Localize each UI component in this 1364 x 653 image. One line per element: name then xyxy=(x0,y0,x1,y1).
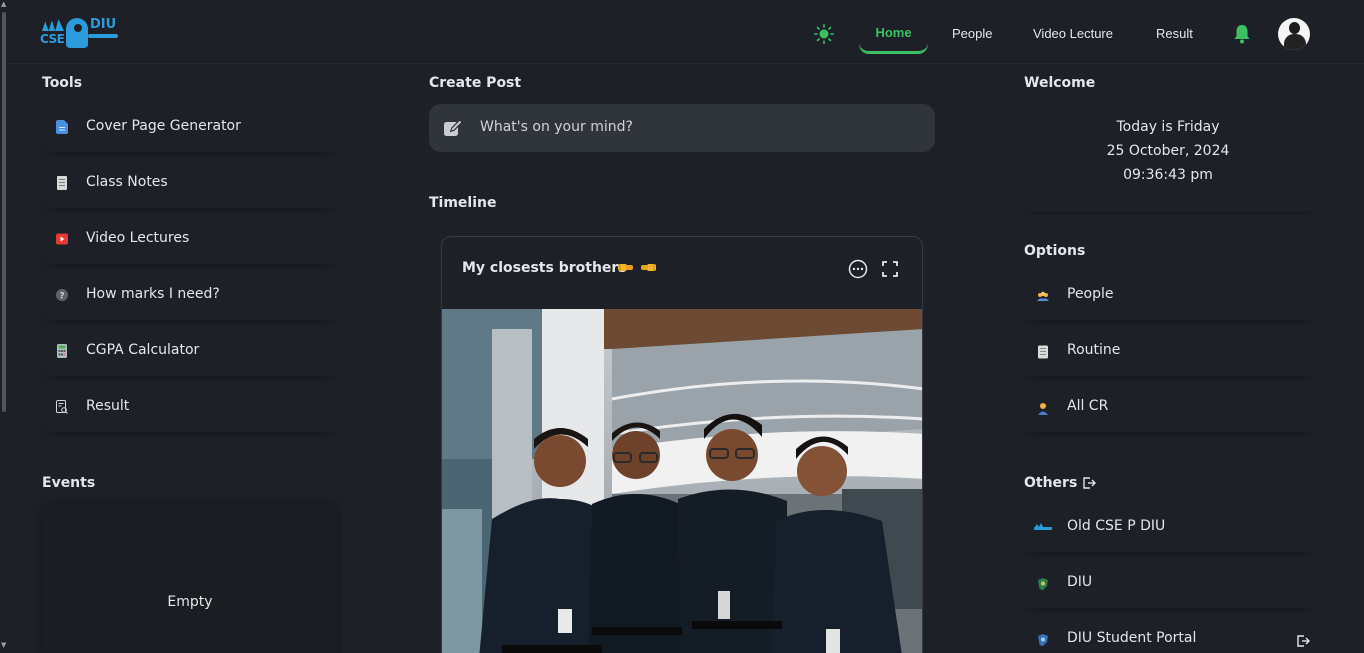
tool-how-marks[interactable]: ? How marks I need? xyxy=(42,272,336,320)
calculator-icon xyxy=(57,344,67,358)
option-people[interactable]: People xyxy=(1024,272,1314,320)
others-diu[interactable]: DIU xyxy=(1024,560,1314,608)
tool-label: Class Notes xyxy=(86,174,168,190)
portal-icon xyxy=(1038,634,1048,646)
welcome-date: 25 October, 2024 xyxy=(1106,143,1230,159)
create-post-input[interactable]: What's on your mind? xyxy=(429,104,935,152)
option-label: Old CSE P DIU xyxy=(1067,518,1166,534)
edit-pencil-icon xyxy=(444,118,463,136)
logo-bar xyxy=(88,34,118,38)
tool-result[interactable]: Result xyxy=(42,384,336,432)
more-options-icon[interactable] xyxy=(848,259,868,279)
fist-right-emoji-icon xyxy=(641,264,656,271)
nav-video-lecture-link[interactable]: Video Lecture xyxy=(1033,26,1113,41)
welcome-time: 09:36:43 pm xyxy=(1123,167,1213,183)
option-label: All CR xyxy=(1067,398,1109,414)
result-icon xyxy=(56,400,68,414)
cr-icon xyxy=(1038,403,1048,415)
tool-label: How marks I need? xyxy=(86,286,220,302)
tool-label: Cover Page Generator xyxy=(86,118,241,134)
diu-logo-icon xyxy=(1038,578,1048,590)
events-heading: Events xyxy=(42,475,96,491)
welcome-day: Today is Friday xyxy=(1116,119,1220,135)
question-icon: ? xyxy=(56,289,68,302)
sun-theme-toggle-icon[interactable] xyxy=(814,24,834,44)
post-group-photo[interactable] xyxy=(442,309,923,653)
logo-p-mark xyxy=(66,18,88,48)
bell-notification-icon[interactable] xyxy=(1233,24,1251,44)
document-icon xyxy=(56,120,68,134)
option-label: Routine xyxy=(1067,342,1121,358)
tool-label: Video Lectures xyxy=(86,230,190,246)
fullscreen-expand-icon[interactable] xyxy=(882,261,898,277)
option-label: People xyxy=(1067,286,1114,302)
timeline-heading: Timeline xyxy=(429,195,497,211)
events-card: Empty xyxy=(42,504,338,653)
scrollbar-thumb[interactable] xyxy=(2,12,6,412)
tool-label: Result xyxy=(86,398,130,414)
option-all-cr[interactable]: All CR xyxy=(1024,384,1314,432)
youtube-icon xyxy=(56,233,68,245)
option-routine[interactable]: Routine xyxy=(1024,328,1314,376)
tool-class-notes[interactable]: Class Notes xyxy=(42,160,336,208)
scroll-up-icon[interactable]: ▲ xyxy=(1,0,6,8)
nav-result-link[interactable]: Result xyxy=(1156,26,1193,41)
welcome-heading: Welcome xyxy=(1024,75,1096,91)
user-avatar[interactable] xyxy=(1278,18,1310,50)
post-title: My closests brothers xyxy=(462,260,627,276)
page-scrollbar[interactable]: ▲ ▼ xyxy=(0,0,8,653)
external-link-icon[interactable] xyxy=(1296,634,1310,648)
external-link-icon[interactable] xyxy=(1082,476,1096,490)
tool-video-lectures[interactable]: Video Lectures xyxy=(42,216,336,264)
avatar-head xyxy=(1289,22,1300,34)
tools-heading: Tools xyxy=(42,75,83,91)
notes-icon xyxy=(57,176,67,190)
tool-label: CGPA Calculator xyxy=(86,342,200,358)
nav-home-tab[interactable]: Home xyxy=(859,13,928,53)
events-empty-text: Empty xyxy=(167,594,213,610)
tool-cover-page-generator[interactable]: Cover Page Generator xyxy=(42,104,336,152)
others-old-cse-p-diu[interactable]: Old CSE P DIU xyxy=(1024,504,1314,552)
others-diu-student-portal[interactable]: DIU Student Portal xyxy=(1024,616,1314,653)
routine-icon xyxy=(1038,345,1048,359)
svg-text:?: ? xyxy=(59,292,64,302)
welcome-card: Today is Friday 25 October, 2024 09:36:4… xyxy=(1024,104,1314,212)
nav-people-link[interactable]: People xyxy=(952,26,992,41)
options-heading: Options xyxy=(1024,243,1086,259)
option-label: DIU Student Portal xyxy=(1067,630,1197,646)
timeline-post-card: My closests brothers xyxy=(441,236,923,653)
logo-cse-text: CSE xyxy=(40,32,65,46)
logo-people-icon xyxy=(42,19,64,31)
top-navbar: CSE DIU Home People Video Lecture Result xyxy=(8,0,1364,64)
avatar-body xyxy=(1284,34,1306,50)
logo-diu-text: DIU xyxy=(90,17,117,32)
tool-cgpa-calculator[interactable]: CGPA Calculator xyxy=(42,328,336,376)
site-logo[interactable]: CSE DIU xyxy=(40,16,120,52)
fist-left-emoji-icon xyxy=(618,264,633,271)
scroll-down-icon[interactable]: ▼ xyxy=(1,641,6,649)
create-post-heading: Create Post xyxy=(429,75,522,91)
others-heading: Others xyxy=(1024,475,1078,491)
create-post-placeholder: What's on your mind? xyxy=(480,119,633,135)
nav-home-label: Home xyxy=(875,25,912,40)
option-label: DIU xyxy=(1067,574,1093,590)
old-logo-icon xyxy=(1034,523,1052,530)
people-icon xyxy=(1037,291,1049,301)
